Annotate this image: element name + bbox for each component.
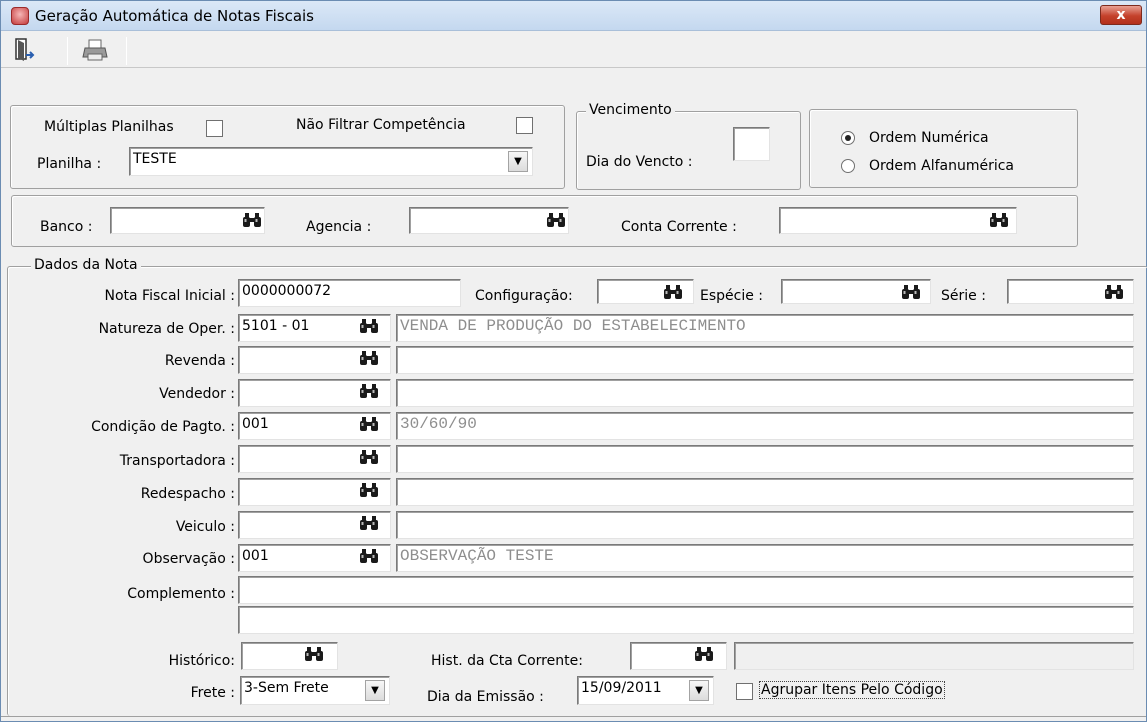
- vencimento-legend: Vencimento: [586, 102, 675, 118]
- conta-corrente-input[interactable]: [779, 207, 1017, 234]
- agrupar-itens-label: Agrupar Itens Pelo Código: [759, 681, 945, 699]
- serie-search-icon[interactable]: [1104, 284, 1124, 300]
- vendedor-label: Vendedor :: [159, 386, 235, 402]
- transportadora-label: Transportadora :: [119, 453, 235, 469]
- veiculo-description: [396, 511, 1134, 539]
- transportadora-search-icon[interactable]: [359, 449, 379, 465]
- natureza-description: VENDA DE PRODUÇÃO DO ESTABELECIMENTO: [396, 314, 1134, 342]
- complemento-label: Complemento :: [127, 586, 235, 602]
- agencia-input[interactable]: [409, 207, 569, 234]
- window-title: Geração Automática de Notas Fiscais: [35, 7, 314, 25]
- conta-corrente-label: Conta Corrente :: [621, 219, 737, 235]
- condicao-label: Condição de Pagto. :: [91, 419, 235, 435]
- nao-filtrar-checkbox[interactable]: [516, 117, 533, 134]
- toolbar-separator: [67, 37, 68, 65]
- frete-chevron-down-icon[interactable]: ▼: [365, 680, 385, 701]
- dia-vencto-input[interactable]: [733, 127, 770, 161]
- ordem-alfanumerica-label: Ordem Alfanumérica: [869, 158, 1015, 174]
- transportadora-description: [396, 445, 1134, 473]
- banco-label: Banco :: [40, 219, 93, 235]
- agrupar-itens-checkbox[interactable]: [736, 683, 753, 700]
- condicao-description: 30/60/90: [396, 412, 1134, 440]
- dados-nota-legend: Dados da Nota: [31, 257, 141, 273]
- emissao-chevron-down-icon[interactable]: ▼: [689, 680, 709, 701]
- veiculo-search-icon[interactable]: [359, 515, 379, 531]
- configuracao-search-icon[interactable]: [663, 284, 683, 300]
- hist-cta-corrente-label: Hist. da Cta Corrente:: [431, 653, 583, 669]
- natureza-search-icon[interactable]: [359, 318, 379, 334]
- veiculo-label: Veiculo :: [175, 519, 235, 535]
- nao-filtrar-label: Não Filtrar Competência: [296, 117, 466, 133]
- redespacho-description: [396, 478, 1134, 506]
- ordem-numerica-radio[interactable]: [841, 131, 855, 145]
- hist-cta-corrente-description: [734, 642, 1134, 670]
- exit-door-icon[interactable]: [9, 35, 39, 65]
- redespacho-label: Redespacho :: [140, 486, 235, 502]
- observacao-label: Observação :: [142, 551, 235, 567]
- multiplas-planilhas-label: Múltiplas Planilhas: [44, 119, 174, 135]
- historico-search-icon[interactable]: [304, 646, 324, 662]
- complemento-line1-input[interactable]: [238, 576, 1134, 604]
- configuracao-label: Configuração:: [475, 288, 573, 304]
- planilha-value: TESTE: [133, 151, 177, 167]
- revenda-label: Revenda :: [164, 353, 235, 369]
- hist-cta-corrente-search-icon[interactable]: [694, 646, 714, 662]
- title-bar: Geração Automática de Notas Fiscais x: [1, 1, 1146, 31]
- vendedor-description: [396, 379, 1134, 407]
- vendedor-search-icon[interactable]: [359, 383, 379, 399]
- revenda-search-icon[interactable]: [359, 350, 379, 366]
- ordem-alfanumerica-radio[interactable]: [841, 159, 855, 173]
- redespacho-search-icon[interactable]: [359, 482, 379, 498]
- nota-fiscal-label: Nota Fiscal Inicial :: [104, 288, 235, 304]
- agencia-search-icon[interactable]: [546, 212, 566, 228]
- condicao-search-icon[interactable]: [359, 416, 379, 432]
- app-icon: [11, 7, 29, 25]
- natureza-label: Natureza de Oper. :: [98, 321, 235, 337]
- complemento-line2-input[interactable]: [238, 606, 1134, 634]
- bottom-border: [1, 716, 1146, 717]
- chevron-down-icon[interactable]: ▼: [508, 151, 528, 172]
- toolbar-separator: [126, 37, 127, 65]
- observacao-search-icon[interactable]: [359, 548, 379, 564]
- ordem-group: [809, 109, 1078, 188]
- observacao-description: OBSERVAÇÃO TESTE: [396, 544, 1134, 572]
- planilha-label: Planilha :: [37, 156, 102, 172]
- ordem-numerica-label: Ordem Numérica: [869, 130, 989, 146]
- especie-search-icon[interactable]: [901, 284, 921, 300]
- main-window: Geração Automática de Notas Fiscais x Mú…: [0, 0, 1147, 722]
- multiplas-planilhas-checkbox[interactable]: [206, 120, 223, 137]
- toolbar: [1, 32, 1146, 68]
- dia-vencto-label: Dia do Vencto :: [586, 154, 693, 170]
- agencia-label: Agencia :: [306, 219, 372, 235]
- printer-icon[interactable]: [80, 35, 110, 65]
- planilha-select[interactable]: TESTE: [129, 147, 533, 176]
- banco-search-icon[interactable]: [242, 212, 262, 228]
- conta-corrente-search-icon[interactable]: [989, 212, 1009, 228]
- nota-fiscal-input[interactable]: 0000000072: [238, 279, 461, 307]
- frete-label: Frete :: [190, 685, 235, 701]
- historico-label: Histórico:: [168, 653, 235, 669]
- dia-emissao-label: Dia da Emissão :: [427, 689, 544, 705]
- serie-label: Série :: [941, 288, 986, 304]
- revenda-description: [396, 346, 1134, 374]
- especie-label: Espécie :: [700, 288, 764, 304]
- close-button[interactable]: x: [1100, 5, 1142, 25]
